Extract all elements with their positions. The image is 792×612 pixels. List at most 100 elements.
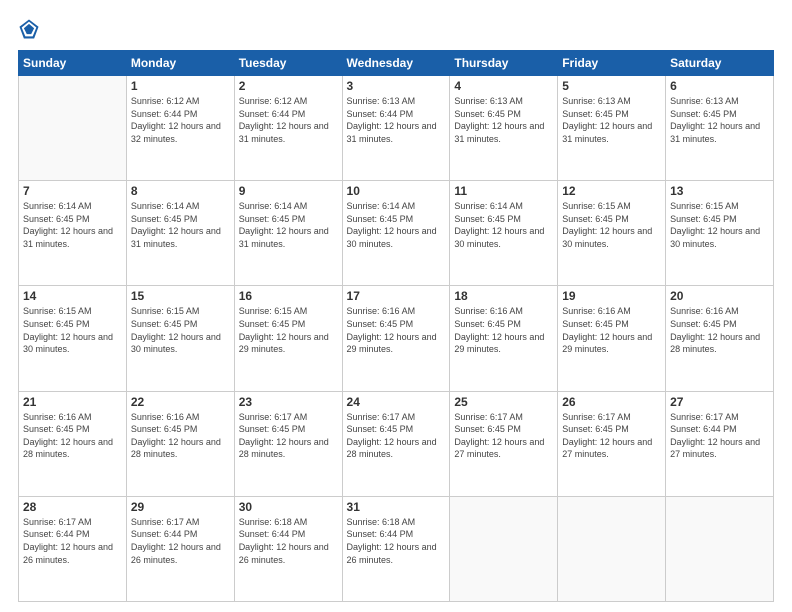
- day-info: Sunrise: 6:17 AMSunset: 6:44 PMDaylight:…: [131, 516, 230, 566]
- calendar-cell: 5Sunrise: 6:13 AMSunset: 6:45 PMDaylight…: [558, 76, 666, 181]
- day-info: Sunrise: 6:13 AMSunset: 6:45 PMDaylight:…: [562, 95, 661, 145]
- calendar-cell: 4 Sunrise: 6:13 AMSunset: 6:45 PMDaylight…: [450, 76, 558, 181]
- day-number: 15: [131, 289, 230, 303]
- day-number: 11: [454, 184, 553, 198]
- day-info: Sunrise: 6:14 AMSunset: 6:45 PMDaylight:…: [23, 200, 122, 250]
- day-info: Sunrise: 6:17 AMSunset: 6:44 PMDaylight:…: [23, 516, 122, 566]
- logo: [18, 18, 44, 40]
- day-number: 19: [562, 289, 661, 303]
- calendar-cell: 28 Sunrise: 6:17 AMSunset: 6:44 PMDayligh…: [19, 496, 127, 601]
- calendar-cell: [450, 496, 558, 601]
- day-number: 25: [454, 395, 553, 409]
- day-info: Sunrise: 6:15 AMSunset: 6:45 PMDaylight:…: [239, 305, 338, 355]
- calendar-week-row: 7 Sunrise: 6:14 AMSunset: 6:45 PMDaylight…: [19, 181, 774, 286]
- day-number: 7: [23, 184, 122, 198]
- day-info: Sunrise: 6:18 AMSunset: 6:44 PMDaylight:…: [239, 516, 338, 566]
- calendar-page: SundayMondayTuesdayWednesdayThursdayFrid…: [0, 0, 792, 612]
- day-number: 18: [454, 289, 553, 303]
- calendar-cell: 10Sunrise: 6:14 AMSunset: 6:45 PMDayligh…: [342, 181, 450, 286]
- calendar-cell: 22Sunrise: 6:16 AMSunset: 6:45 PMDayligh…: [126, 391, 234, 496]
- day-info: Sunrise: 6:15 AMSunset: 6:45 PMDaylight:…: [23, 305, 122, 355]
- day-info: Sunrise: 6:14 AMSunset: 6:45 PMDaylight:…: [239, 200, 338, 250]
- calendar-cell: 18 Sunrise: 6:16 AMSunset: 6:45 PMDayligh…: [450, 286, 558, 391]
- day-info: Sunrise: 6:16 AMSunset: 6:45 PMDaylight:…: [23, 411, 122, 461]
- calendar-cell: [19, 76, 127, 181]
- day-number: 12: [562, 184, 661, 198]
- calendar-week-row: 14 Sunrise: 6:15 AMSunset: 6:45 PMDayligh…: [19, 286, 774, 391]
- day-number: 17: [347, 289, 446, 303]
- day-number: 2: [239, 79, 338, 93]
- day-number: 4: [454, 79, 553, 93]
- calendar-cell: 11Sunrise: 6:14 AMSunset: 6:45 PMDayligh…: [450, 181, 558, 286]
- day-number: 28: [23, 500, 122, 514]
- calendar-cell: 29 Sunrise: 6:17 AMSunset: 6:44 PMDayligh…: [126, 496, 234, 601]
- calendar-cell: 1 Sunrise: 6:12 AMSunset: 6:44 PMDaylight…: [126, 76, 234, 181]
- day-number: 23: [239, 395, 338, 409]
- calendar-cell: 14 Sunrise: 6:15 AMSunset: 6:45 PMDayligh…: [19, 286, 127, 391]
- day-number: 30: [239, 500, 338, 514]
- calendar-cell: 24 Sunrise: 6:17 AMSunset: 6:45 PMDayligh…: [342, 391, 450, 496]
- calendar-cell: 21 Sunrise: 6:16 AMSunset: 6:45 PMDayligh…: [19, 391, 127, 496]
- day-number: 16: [239, 289, 338, 303]
- calendar-cell: 27 Sunrise: 6:17 AMSunset: 6:44 PMDayligh…: [666, 391, 774, 496]
- day-info: Sunrise: 6:13 AMSunset: 6:45 PMDaylight:…: [454, 95, 553, 145]
- calendar-header-row: SundayMondayTuesdayWednesdayThursdayFrid…: [19, 51, 774, 76]
- day-info: Sunrise: 6:16 AMSunset: 6:45 PMDaylight:…: [562, 305, 661, 355]
- calendar-week-row: 28 Sunrise: 6:17 AMSunset: 6:44 PMDayligh…: [19, 496, 774, 601]
- day-number: 1: [131, 79, 230, 93]
- day-info: Sunrise: 6:16 AMSunset: 6:45 PMDaylight:…: [131, 411, 230, 461]
- day-info: Sunrise: 6:15 AMSunset: 6:45 PMDaylight:…: [562, 200, 661, 250]
- day-number: 10: [347, 184, 446, 198]
- logo-icon: [18, 18, 40, 40]
- calendar-cell: 31 Sunrise: 6:18 AMSunset: 6:44 PMDayligh…: [342, 496, 450, 601]
- day-number: 26: [562, 395, 661, 409]
- day-info: Sunrise: 6:12 AMSunset: 6:44 PMDaylight:…: [239, 95, 338, 145]
- calendar-cell: 17 Sunrise: 6:16 AMSunset: 6:45 PMDayligh…: [342, 286, 450, 391]
- header: [18, 18, 774, 40]
- day-number: 31: [347, 500, 446, 514]
- day-number: 6: [670, 79, 769, 93]
- day-of-week-thursday: Thursday: [450, 51, 558, 76]
- calendar-cell: 19 Sunrise: 6:16 AMSunset: 6:45 PMDayligh…: [558, 286, 666, 391]
- day-of-week-saturday: Saturday: [666, 51, 774, 76]
- calendar-cell: 9 Sunrise: 6:14 AMSunset: 6:45 PMDaylight…: [234, 181, 342, 286]
- day-info: Sunrise: 6:16 AMSunset: 6:45 PMDaylight:…: [347, 305, 446, 355]
- calendar-table: SundayMondayTuesdayWednesdayThursdayFrid…: [18, 50, 774, 602]
- day-number: 21: [23, 395, 122, 409]
- calendar-week-row: 21 Sunrise: 6:16 AMSunset: 6:45 PMDayligh…: [19, 391, 774, 496]
- calendar-cell: 20 Sunrise: 6:16 AMSunset: 6:45 PMDayligh…: [666, 286, 774, 391]
- calendar-cell: 25Sunrise: 6:17 AMSunset: 6:45 PMDayligh…: [450, 391, 558, 496]
- calendar-cell: 23 Sunrise: 6:17 AMSunset: 6:45 PMDayligh…: [234, 391, 342, 496]
- day-info: Sunrise: 6:17 AMSunset: 6:45 PMDaylight:…: [239, 411, 338, 461]
- day-number: 3: [347, 79, 446, 93]
- day-info: Sunrise: 6:15 AMSunset: 6:45 PMDaylight:…: [670, 200, 769, 250]
- calendar-cell: 3 Sunrise: 6:13 AMSunset: 6:44 PMDaylight…: [342, 76, 450, 181]
- calendar-cell: 15Sunrise: 6:15 AMSunset: 6:45 PMDayligh…: [126, 286, 234, 391]
- day-number: 13: [670, 184, 769, 198]
- day-number: 8: [131, 184, 230, 198]
- day-number: 27: [670, 395, 769, 409]
- day-info: Sunrise: 6:17 AMSunset: 6:44 PMDaylight:…: [670, 411, 769, 461]
- day-of-week-wednesday: Wednesday: [342, 51, 450, 76]
- calendar-cell: 7 Sunrise: 6:14 AMSunset: 6:45 PMDaylight…: [19, 181, 127, 286]
- day-info: Sunrise: 6:13 AMSunset: 6:44 PMDaylight:…: [347, 95, 446, 145]
- calendar-cell: 30 Sunrise: 6:18 AMSunset: 6:44 PMDayligh…: [234, 496, 342, 601]
- day-info: Sunrise: 6:18 AMSunset: 6:44 PMDaylight:…: [347, 516, 446, 566]
- calendar-cell: 13 Sunrise: 6:15 AMSunset: 6:45 PMDayligh…: [666, 181, 774, 286]
- day-number: 20: [670, 289, 769, 303]
- calendar-cell: 26Sunrise: 6:17 AMSunset: 6:45 PMDayligh…: [558, 391, 666, 496]
- day-info: Sunrise: 6:17 AMSunset: 6:45 PMDaylight:…: [347, 411, 446, 461]
- day-number: 24: [347, 395, 446, 409]
- day-of-week-tuesday: Tuesday: [234, 51, 342, 76]
- calendar-week-row: 1 Sunrise: 6:12 AMSunset: 6:44 PMDaylight…: [19, 76, 774, 181]
- day-of-week-friday: Friday: [558, 51, 666, 76]
- day-info: Sunrise: 6:16 AMSunset: 6:45 PMDaylight:…: [670, 305, 769, 355]
- day-number: 29: [131, 500, 230, 514]
- day-info: Sunrise: 6:12 AMSunset: 6:44 PMDaylight:…: [131, 95, 230, 145]
- day-info: Sunrise: 6:16 AMSunset: 6:45 PMDaylight:…: [454, 305, 553, 355]
- day-number: 14: [23, 289, 122, 303]
- day-info: Sunrise: 6:13 AMSunset: 6:45 PMDaylight:…: [670, 95, 769, 145]
- day-number: 9: [239, 184, 338, 198]
- day-of-week-sunday: Sunday: [19, 51, 127, 76]
- calendar-cell: 16 Sunrise: 6:15 AMSunset: 6:45 PMDayligh…: [234, 286, 342, 391]
